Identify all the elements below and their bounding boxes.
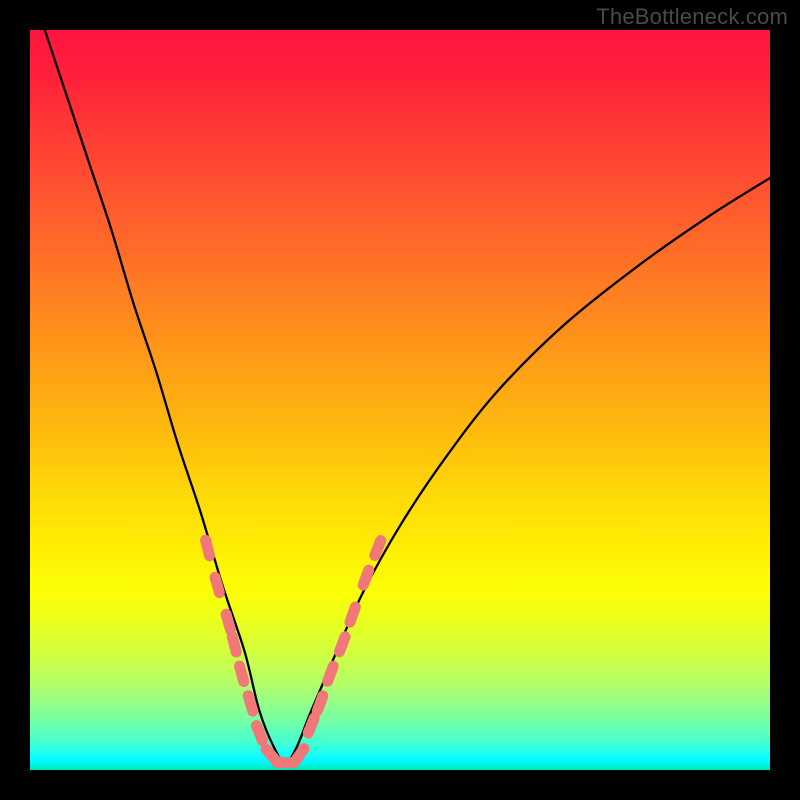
curve-marker (295, 749, 304, 762)
curve-markers (206, 540, 381, 762)
bottleneck-curve-svg (30, 30, 770, 770)
watermark-text: TheBottleneck.com (596, 4, 788, 30)
curve-marker (328, 666, 334, 681)
chart-frame: TheBottleneck.com (0, 0, 800, 800)
curve-marker (339, 637, 345, 652)
curve-marker (226, 614, 230, 629)
curve-marker (256, 726, 262, 741)
curve-marker (350, 607, 355, 622)
bottleneck-curve (45, 30, 770, 763)
curve-marker (308, 718, 314, 733)
curve-marker (248, 696, 253, 711)
curve-marker (317, 696, 323, 711)
curve-marker (375, 541, 381, 556)
curve-marker (215, 577, 219, 592)
plot-area (30, 30, 770, 770)
curve-marker (232, 636, 236, 652)
curve-marker (363, 570, 369, 585)
curve-marker (240, 666, 244, 681)
curve-marker (206, 540, 210, 555)
